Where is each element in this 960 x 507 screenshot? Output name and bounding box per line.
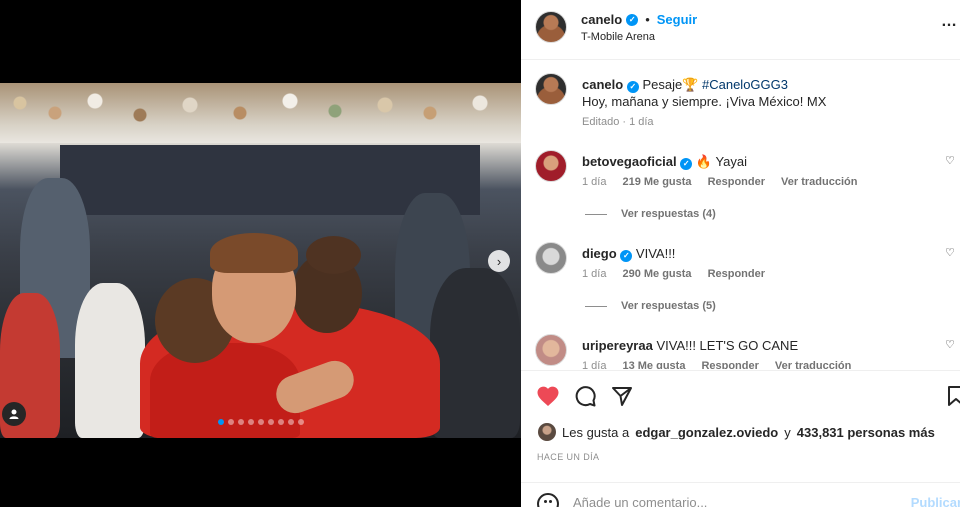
likes-summary: Les gusta a edgar_gonzalez.oviedo y 433,… (538, 423, 935, 441)
view-replies-label: Ver respuestas (4) (621, 208, 716, 220)
carousel-dot (217, 419, 224, 425)
carousel-dot (267, 419, 274, 425)
caption-line-2: Hoy, mañana y siempre. ¡Viva México! MX (582, 94, 827, 109)
carousel-dot (237, 419, 244, 425)
comment-like-icon[interactable]: ♡ (945, 338, 955, 351)
likes-count[interactable]: 433,831 personas más (797, 425, 935, 440)
post-location[interactable]: T-Mobile Arena (581, 31, 655, 43)
comment-content: 🔥 Yayai (695, 154, 748, 169)
emoji-smiley-icon[interactable] (537, 493, 559, 507)
carousel-dot (247, 419, 254, 425)
separator-dot: • (645, 12, 650, 27)
comment-button[interactable] (572, 383, 598, 409)
comment-like-icon[interactable]: ♡ (945, 246, 955, 259)
heart-filled-icon (537, 386, 559, 406)
comment-text: betovegaoficial ✓ 🔥 Yayai (582, 153, 952, 170)
view-replies-button[interactable]: Ver respuestas (4) (585, 208, 716, 220)
verified-badge-icon: ✓ (620, 249, 633, 262)
carousel-dots (0, 419, 521, 425)
view-replies-label: Ver respuestas (5) (621, 300, 716, 312)
comment-avatar[interactable] (535, 242, 567, 274)
comment-text: uripereyraa VIVA!!! LET'S GO CANE (582, 337, 952, 354)
carousel-dot (227, 419, 234, 425)
comment-content: VIVA!!! (635, 246, 676, 261)
reply-button[interactable]: Responder (701, 360, 758, 369)
comment-meta: 1 día 13 Me gusta Responder Ver traducci… (582, 360, 851, 369)
translate-button[interactable]: Ver traducción (775, 360, 851, 369)
comment-likes[interactable]: 290 Me gusta (622, 268, 691, 280)
caption-hashtag[interactable]: #CaneloGGG3 (702, 77, 788, 92)
comment-time: 1 día (582, 360, 607, 369)
replies-line (585, 213, 607, 215)
reply-button[interactable]: Responder (708, 176, 765, 188)
caption-avatar[interactable] (535, 73, 567, 105)
share-button[interactable] (609, 383, 635, 409)
verified-badge-icon: ✓ (680, 157, 693, 170)
trophy-emoji: 🏆 (682, 77, 699, 92)
comment-likes[interactable]: 219 Me gusta (622, 176, 691, 188)
like-button[interactable] (535, 383, 561, 409)
save-button[interactable] (943, 383, 960, 409)
replies-line (585, 305, 607, 307)
author-line: canelo ✓ • Seguir (581, 12, 697, 27)
photo-hair (210, 233, 298, 273)
translate-button[interactable]: Ver traducción (781, 176, 857, 188)
photo-hair-bun (306, 236, 361, 274)
comment-input[interactable] (573, 495, 903, 507)
verified-badge-icon: ✓ (626, 13, 639, 26)
comment-content: VIVA!!! LET'S GO CANE (656, 338, 799, 353)
verified-badge-icon: ✓ (626, 80, 639, 93)
add-comment-bar: Publicar (521, 482, 960, 507)
author-username[interactable]: canelo (581, 12, 622, 27)
comment-text: diego ✓ VIVA!!! (582, 245, 952, 262)
send-icon (612, 387, 632, 406)
caption-text: canelo ✓ Pesaje🏆 #CaneloGGG3 Hoy, mañana… (582, 76, 952, 110)
caption-edited-time: Editado · 1 día (582, 116, 654, 128)
comment-username[interactable]: betovegaoficial (582, 154, 677, 169)
likes-prefix: Les gusta a (562, 424, 630, 440)
comment-username[interactable]: uripereyraa (582, 338, 653, 353)
next-slide-button[interactable]: › (488, 250, 510, 272)
carousel-dot (287, 419, 294, 425)
post-header: canelo ✓ • Seguir T-Mobile Arena … (521, 0, 960, 60)
reply-button[interactable]: Responder (708, 268, 765, 280)
media-panel: › (0, 0, 521, 507)
comment-avatar[interactable] (535, 150, 567, 182)
carousel-dot (297, 419, 304, 425)
caption-meta: Editado · 1 día (582, 116, 654, 128)
comment-username[interactable]: diego (582, 246, 617, 261)
photo-crowd (0, 83, 521, 143)
comment-meta: 1 día 219 Me gusta Responder Ver traducc… (582, 176, 857, 188)
post-side-panel: canelo ✓ • Seguir T-Mobile Arena … canel… (521, 0, 960, 507)
more-options-icon[interactable]: … (941, 13, 958, 31)
comment-time: 1 día (582, 176, 607, 188)
liker-avatar[interactable] (538, 423, 556, 441)
caption-prefix: Pesaje (642, 77, 683, 92)
post-time[interactable]: HACE UN DÍA (537, 452, 599, 462)
caption-username[interactable]: canelo (582, 77, 623, 92)
comment-likes[interactable]: 13 Me gusta (622, 360, 685, 369)
comment-avatar[interactable] (535, 334, 567, 366)
follow-button[interactable]: Seguir (657, 12, 697, 27)
bookmark-icon (948, 386, 960, 406)
photo-person (75, 283, 145, 438)
liker-username[interactable]: edgar_gonzalez.oviedo (635, 425, 778, 440)
comment-like-icon[interactable]: ♡ (945, 154, 955, 167)
photo-person (430, 268, 520, 438)
carousel-dot (277, 419, 284, 425)
post-photo[interactable]: › (0, 83, 521, 438)
view-replies-button[interactable]: Ver respuestas (5) (585, 300, 716, 312)
author-avatar[interactable] (535, 11, 567, 43)
carousel-dot (257, 419, 264, 425)
publish-button[interactable]: Publicar (911, 495, 960, 507)
chevron-right-icon: › (496, 253, 502, 269)
likes-connector: y (784, 424, 791, 440)
comment-bubble-icon (575, 386, 596, 407)
comment-meta: 1 día 290 Me gusta Responder (582, 268, 765, 280)
comments-list[interactable]: canelo ✓ Pesaje🏆 #CaneloGGG3 Hoy, mañana… (521, 61, 960, 369)
action-bar: Les gusta a edgar_gonzalez.oviedo y 433,… (521, 370, 960, 507)
comment-time: 1 día (582, 268, 607, 280)
